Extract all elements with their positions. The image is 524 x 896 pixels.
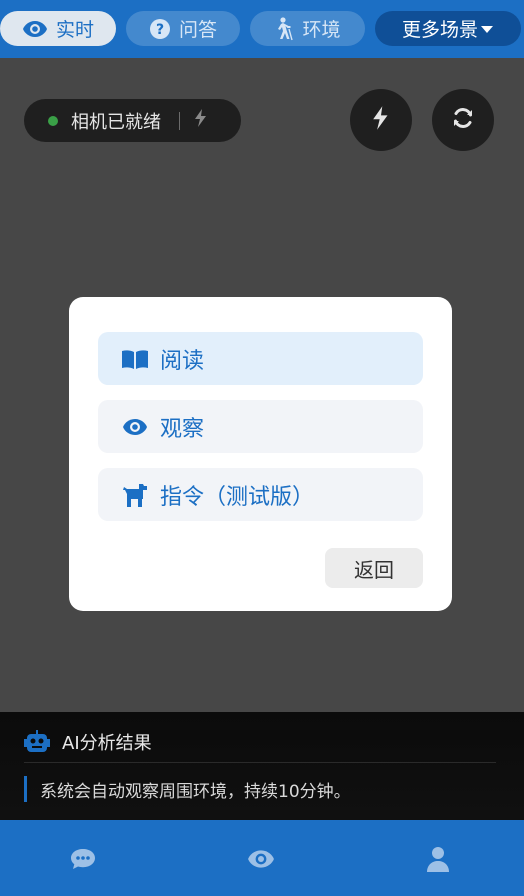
refresh-icon [451, 106, 475, 134]
option-command[interactable]: 指令（测试版） [98, 468, 423, 521]
book-open-icon [120, 348, 150, 370]
user-icon [426, 846, 450, 876]
tab-more-scenes[interactable]: 更多场景 [375, 11, 521, 46]
question-circle-icon: ? [149, 18, 171, 40]
eye-icon [120, 417, 150, 437]
robot-icon [24, 730, 50, 754]
tab-realtime[interactable]: 实时 [0, 11, 116, 46]
option-reading-label: 阅读 [160, 348, 205, 374]
ai-result-panel: AI分析结果 系统会自动观察周围环境，持续10分钟。 [0, 712, 524, 820]
bottom-nav [0, 820, 524, 896]
top-nav: 实时 ? 问答 环境 更多场景 [0, 0, 524, 58]
eye-icon [22, 19, 48, 39]
refresh-button[interactable] [432, 89, 494, 151]
flash-icon[interactable] [194, 108, 208, 133]
walking-person-icon [274, 16, 294, 41]
option-observe[interactable]: 观察 [98, 400, 423, 453]
tab-qa-label: 问答 [178, 19, 217, 41]
divider [24, 762, 496, 763]
camera-status-text: 相机已就绪 [71, 111, 161, 133]
tab-environment-label: 环境 [302, 19, 341, 41]
nav-profile[interactable] [423, 846, 453, 876]
ai-result-title: AI分析结果 [62, 733, 152, 754]
flash-icon [371, 105, 391, 135]
back-button[interactable]: 返回 [325, 548, 423, 588]
tab-realtime-label: 实时 [55, 19, 94, 41]
tab-environment[interactable]: 环境 [250, 11, 365, 46]
option-command-label: 指令（测试版） [160, 484, 315, 510]
tab-more-scenes-label: 更多场景 [401, 19, 478, 41]
divider [179, 111, 180, 130]
caret-down-icon [480, 24, 494, 34]
option-observe-label: 观察 [160, 416, 205, 442]
flash-button[interactable] [350, 89, 412, 151]
option-reading[interactable]: 阅读 [98, 332, 423, 385]
tab-qa[interactable]: ? 问答 [126, 11, 240, 46]
eye-icon [247, 848, 275, 874]
mode-select-dialog: 阅读 观察 指令（测试版） 返回 [69, 297, 452, 611]
camera-status: 相机已就绪 [24, 99, 241, 142]
nav-chat[interactable] [68, 846, 98, 876]
chat-icon [69, 847, 97, 875]
dog-icon [120, 482, 150, 508]
nav-realtime[interactable] [246, 846, 276, 876]
ai-result-header: AI分析结果 [24, 729, 152, 755]
ai-result-text: 系统会自动观察周围环境，持续10分钟。 [24, 776, 351, 802]
svg-text:?: ? [156, 22, 164, 38]
status-dot [48, 115, 58, 126]
